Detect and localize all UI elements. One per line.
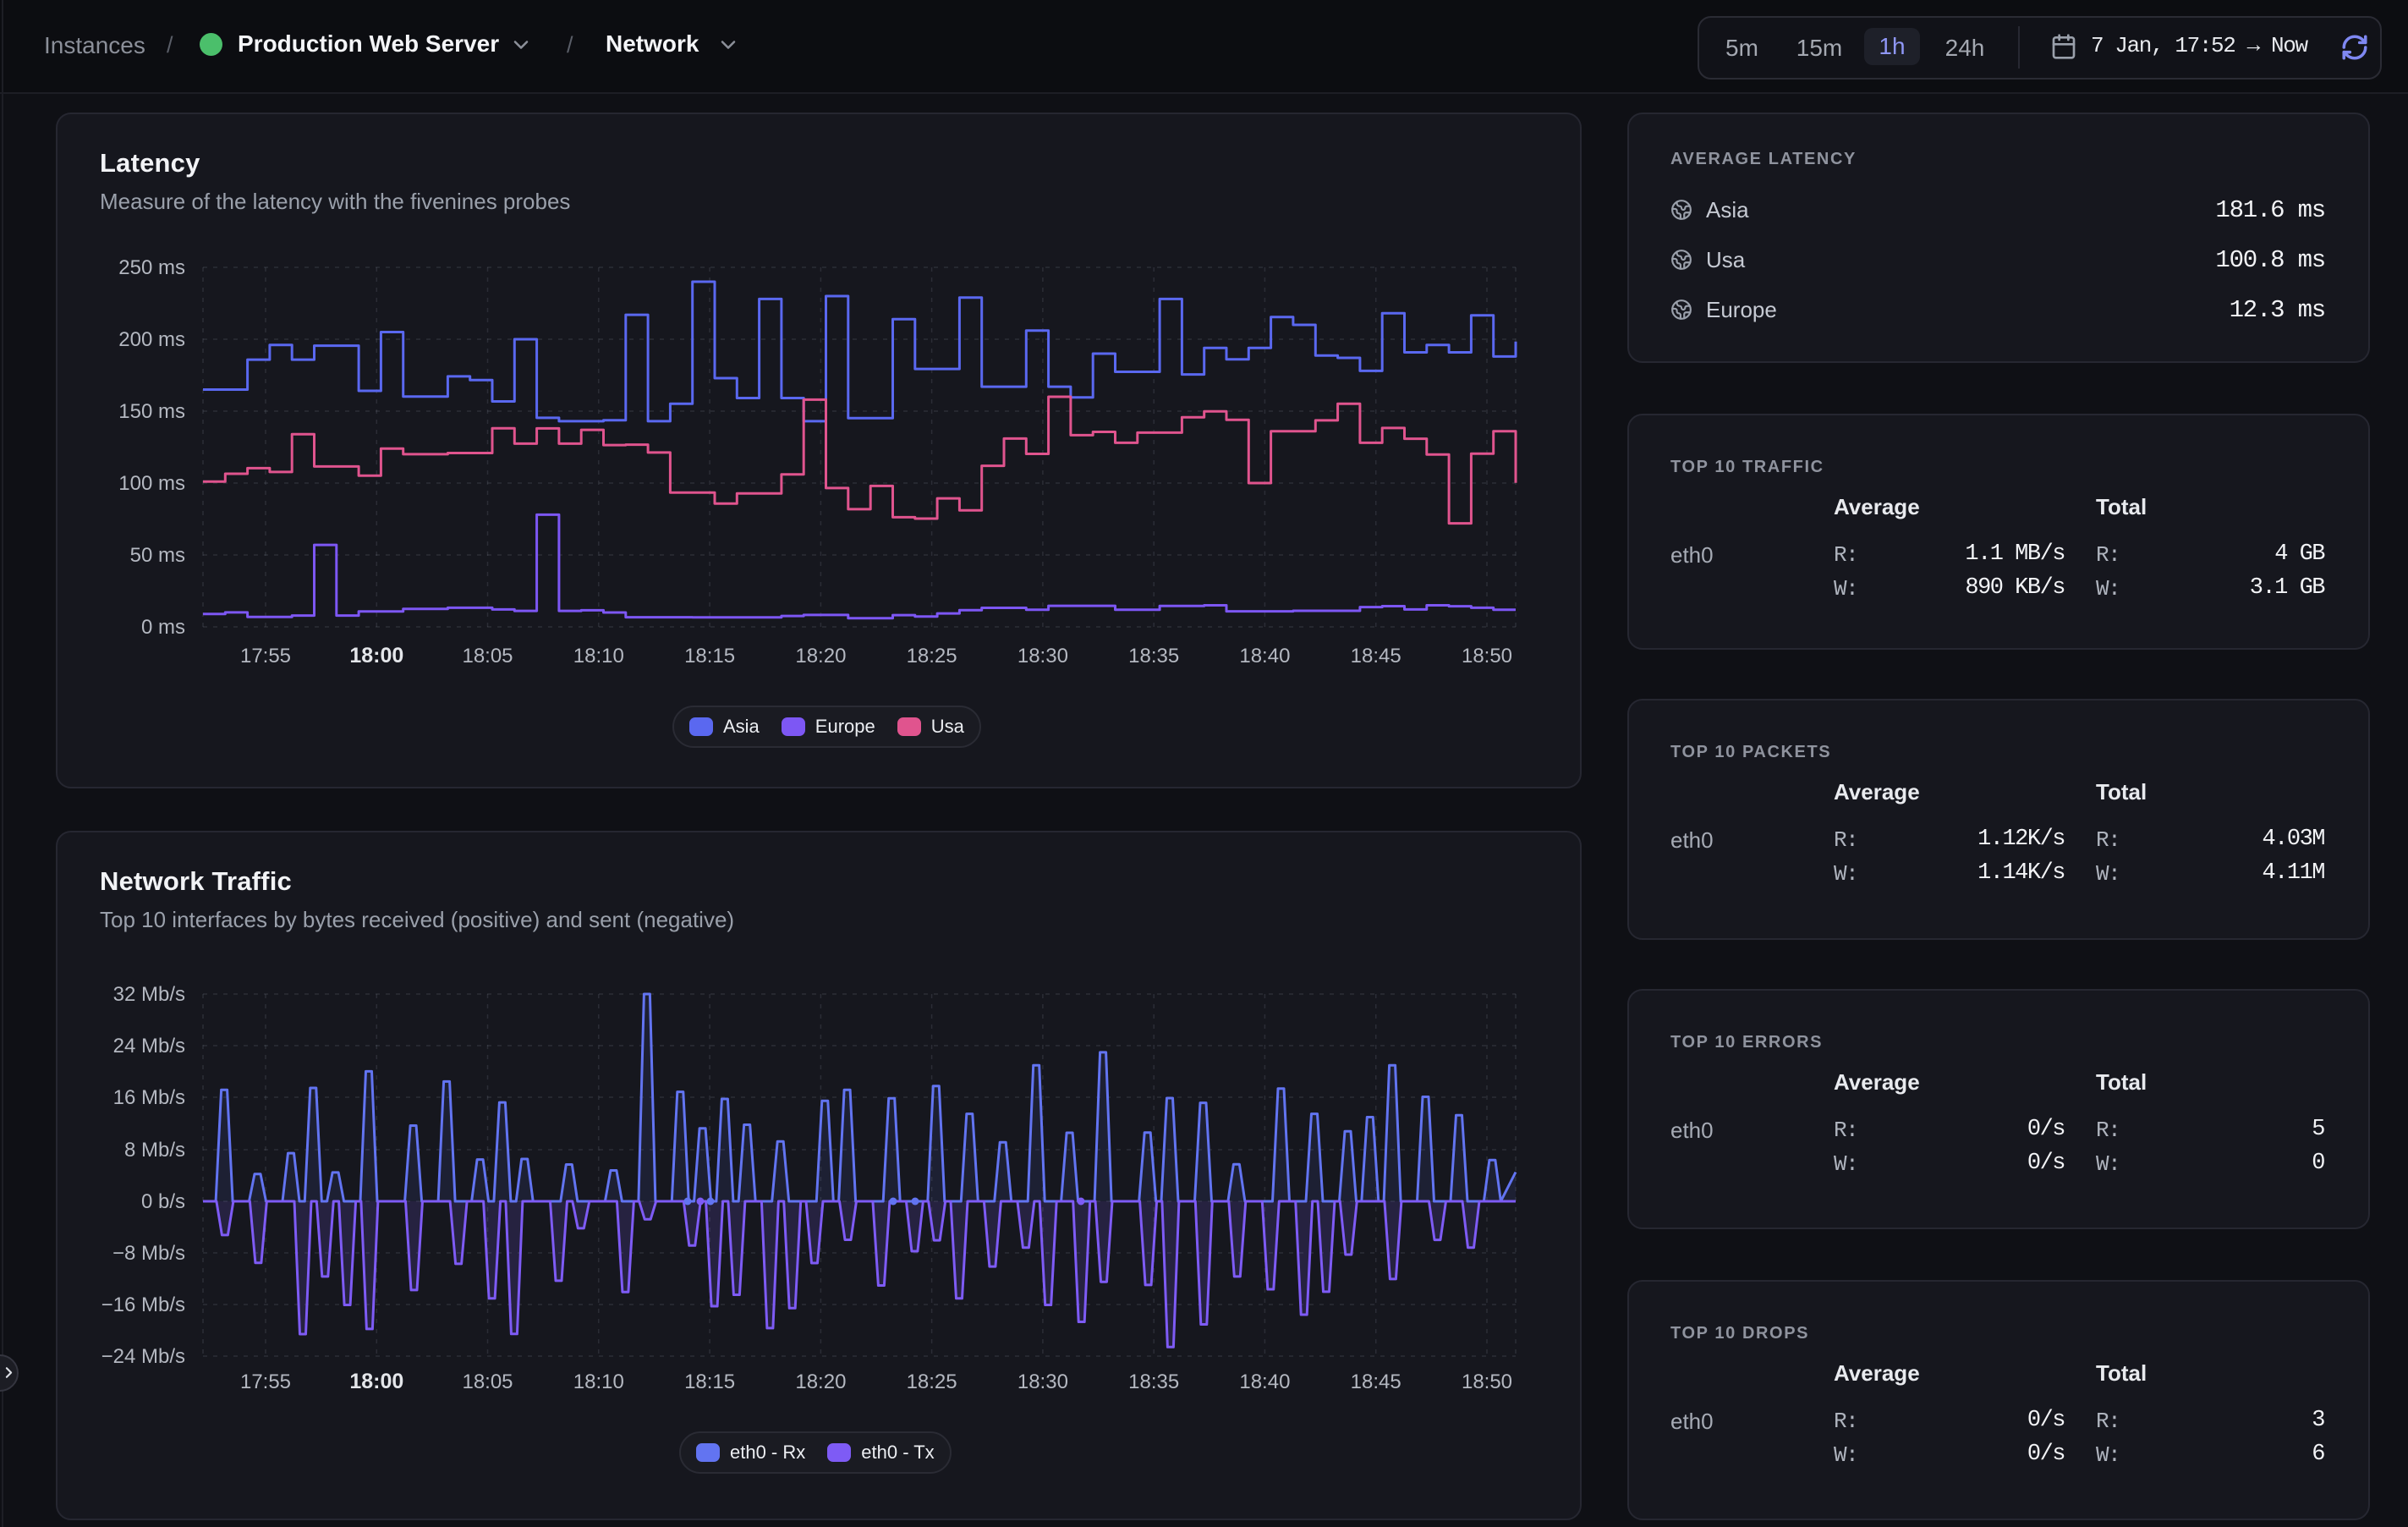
svg-text:0 ms: 0 ms [141, 616, 185, 639]
svg-text:18:40: 18:40 [1239, 645, 1290, 667]
svg-text:−16 Mb/s: −16 Mb/s [101, 1294, 185, 1316]
svg-text:18:35: 18:35 [1128, 1370, 1179, 1393]
svg-text:18:20: 18:20 [795, 645, 846, 667]
svg-text:18:00: 18:00 [349, 1370, 403, 1393]
svg-text:18:30: 18:30 [1018, 1370, 1068, 1393]
svg-text:18:00: 18:00 [349, 644, 403, 667]
svg-text:18:10: 18:10 [573, 1370, 624, 1393]
svg-text:−24 Mb/s: −24 Mb/s [101, 1345, 185, 1368]
svg-text:16 Mb/s: 16 Mb/s [113, 1086, 185, 1109]
svg-text:18:05: 18:05 [462, 1370, 513, 1393]
svg-text:18:10: 18:10 [573, 645, 624, 667]
svg-text:18:50: 18:50 [1462, 645, 1512, 667]
svg-text:0 b/s: 0 b/s [141, 1190, 185, 1213]
svg-text:24 Mb/s: 24 Mb/s [113, 1035, 185, 1057]
svg-text:18:45: 18:45 [1351, 1370, 1401, 1393]
svg-text:18:15: 18:15 [684, 645, 735, 667]
svg-text:18:25: 18:25 [907, 1370, 957, 1393]
svg-text:200 ms: 200 ms [118, 328, 185, 351]
svg-text:18:25: 18:25 [907, 645, 957, 667]
svg-text:18:45: 18:45 [1351, 645, 1401, 667]
svg-text:8 Mb/s: 8 Mb/s [124, 1139, 185, 1162]
svg-text:32 Mb/s: 32 Mb/s [113, 983, 185, 1006]
svg-text:100 ms: 100 ms [118, 472, 185, 495]
svg-text:18:05: 18:05 [462, 645, 513, 667]
svg-text:18:20: 18:20 [795, 1370, 846, 1393]
svg-text:17:55: 17:55 [240, 1370, 291, 1393]
svg-text:18:15: 18:15 [684, 1370, 735, 1393]
svg-text:150 ms: 150 ms [118, 400, 185, 423]
svg-text:17:55: 17:55 [240, 645, 291, 667]
svg-text:50 ms: 50 ms [130, 544, 185, 567]
svg-text:−8 Mb/s: −8 Mb/s [112, 1242, 185, 1265]
svg-text:18:30: 18:30 [1018, 645, 1068, 667]
svg-text:18:35: 18:35 [1128, 645, 1179, 667]
svg-text:18:50: 18:50 [1462, 1370, 1512, 1393]
svg-text:250 ms: 250 ms [118, 256, 185, 279]
svg-text:18:40: 18:40 [1239, 1370, 1290, 1393]
